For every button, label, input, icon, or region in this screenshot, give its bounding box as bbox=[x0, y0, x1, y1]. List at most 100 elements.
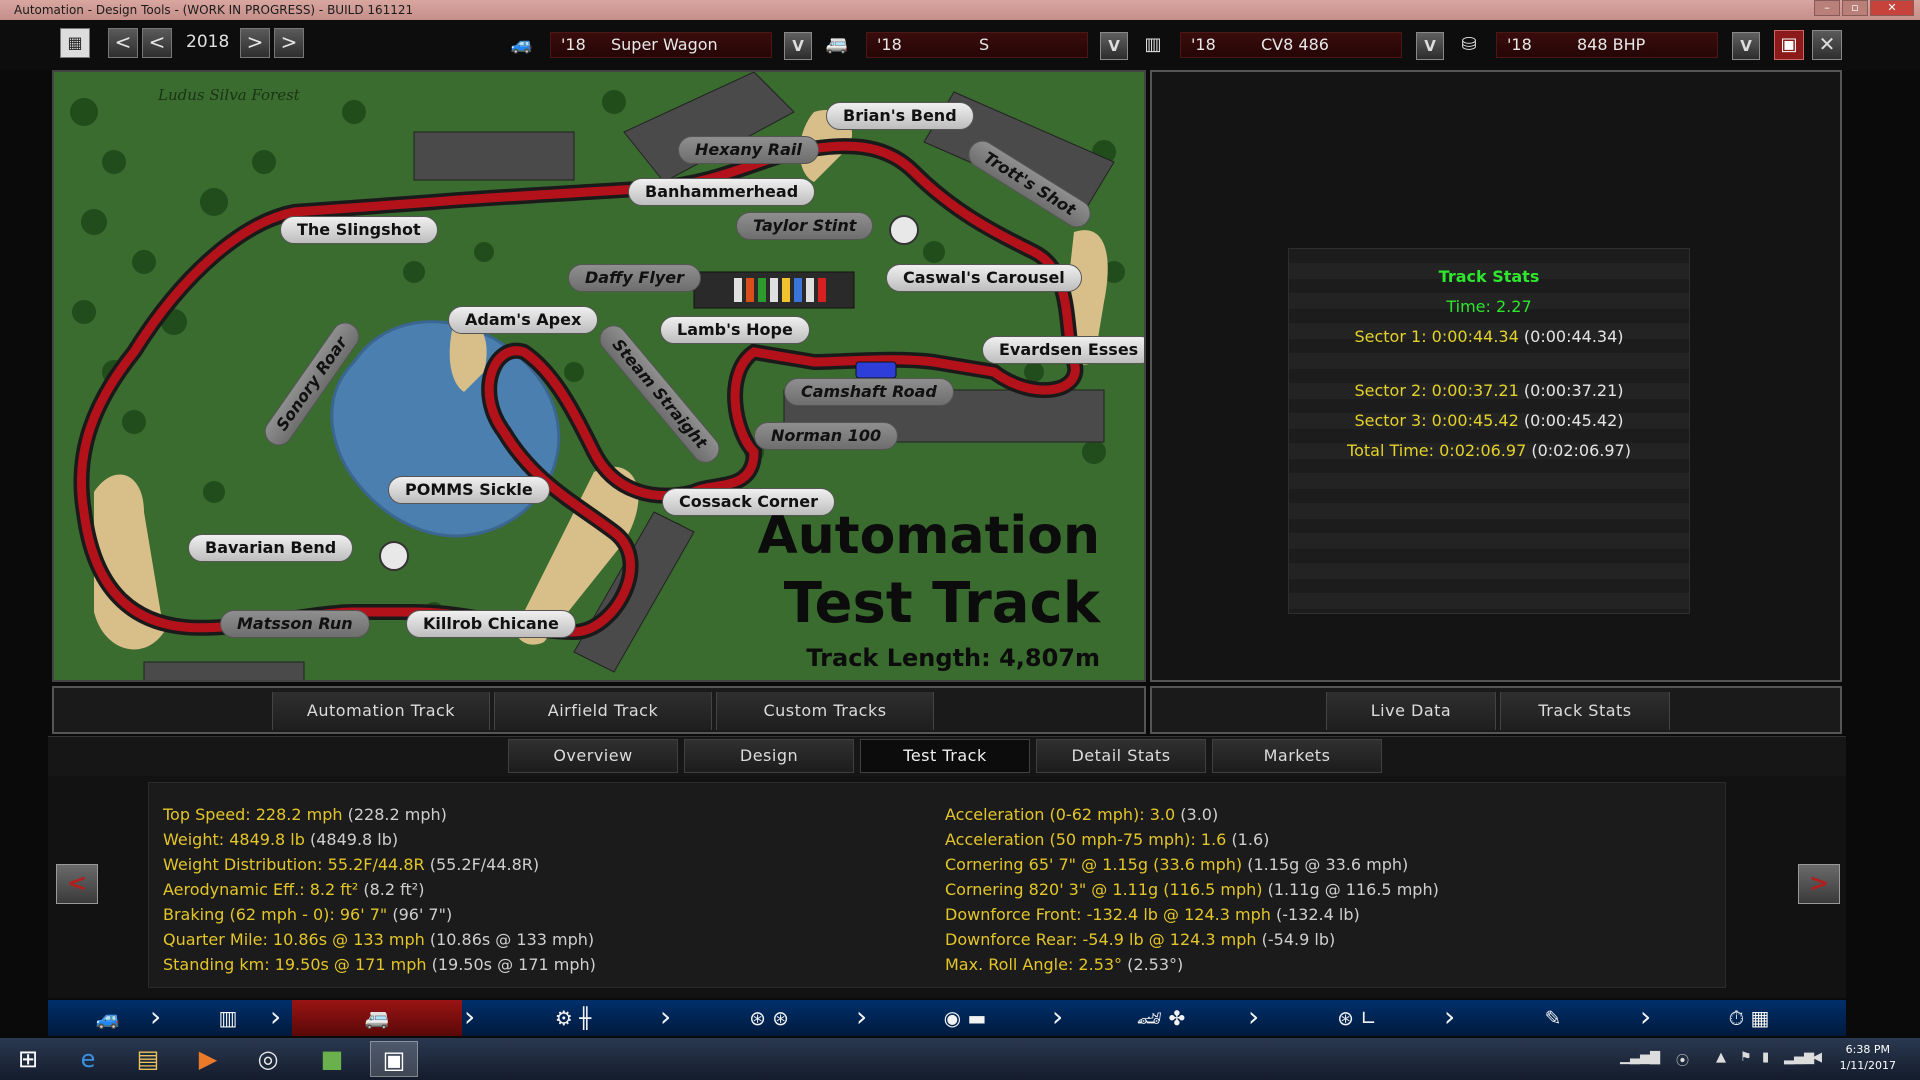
media-player-icon[interactable]: ▶ bbox=[184, 1041, 232, 1077]
map-title: Automation Test Track bbox=[757, 502, 1100, 638]
windows-start-icon[interactable]: ⊞ bbox=[4, 1041, 52, 1077]
signal-icon[interactable]: ▂▄▆ bbox=[1784, 1050, 1814, 1065]
close-tools-button[interactable]: ✕ bbox=[1812, 30, 1842, 60]
corner-label: Bavarian Bend bbox=[188, 534, 354, 562]
window-close-button[interactable]: ✕ bbox=[1870, 0, 1914, 16]
chrome-icon[interactable]: ◎ bbox=[244, 1041, 292, 1077]
minimize-button[interactable]: – bbox=[1814, 0, 1840, 16]
stat-standing-km: Standing km: 19.50s @ 171 mph (19.50s @ … bbox=[163, 955, 596, 974]
automation-app-icon[interactable]: ▣ bbox=[370, 1041, 418, 1077]
stat-downforce-rear: Downforce Rear: -54.9 lb @ 124.3 mph (-5… bbox=[945, 930, 1336, 949]
tray-expand-icon[interactable]: ▲ bbox=[1716, 1050, 1726, 1065]
engine-variant-name: 848 BHP bbox=[1577, 35, 1646, 54]
performance-stats: Top Speed: 228.2 mph (228.2 mph) Weight:… bbox=[148, 782, 1726, 988]
chevron-right-icon: › bbox=[464, 1000, 476, 1033]
tab-test-track[interactable]: Test Track bbox=[860, 739, 1030, 773]
stat-aero-eff: Aerodynamic Eff.: 8.2 ft² (8.2 ft²) bbox=[163, 880, 425, 899]
wifi-icon[interactable]: ⦿ bbox=[1676, 1050, 1689, 1069]
corner-label: Adam's Apex bbox=[448, 306, 599, 334]
corner-label: Daffy Flyer bbox=[568, 264, 701, 292]
calendar-icon[interactable]: ▦ bbox=[60, 28, 90, 58]
engine-icon[interactable]: ▥ bbox=[188, 1000, 268, 1036]
stat-sector3: Sector 3: 0:00:45.42 (0:00:45.42) bbox=[1354, 411, 1624, 430]
engine-variant-icon: ⛁ bbox=[1461, 34, 1477, 55]
car-body-icon[interactable]: 🚙 bbox=[68, 1000, 148, 1036]
tab-markets[interactable]: Markets bbox=[1212, 739, 1382, 773]
network-signal-icon[interactable]: ▁▃▅▇ bbox=[1620, 1050, 1660, 1065]
performance-stats-area: Top Speed: 228.2 mph (228.2 mph) Weight:… bbox=[48, 776, 1846, 998]
year-next-fast-button[interactable]: > bbox=[274, 28, 304, 58]
corner-label: The Slingshot bbox=[280, 216, 438, 244]
engine-select[interactable]: '18 CV8 486 bbox=[1180, 32, 1402, 58]
stat-max-roll: Max. Roll Angle: 2.53° (2.53°) bbox=[945, 955, 1184, 974]
volume-icon[interactable]: ◀ bbox=[1812, 1050, 1822, 1065]
corner-label: Matsson Run bbox=[220, 610, 370, 638]
model-dropdown-button[interactable]: V bbox=[784, 32, 812, 60]
model-select[interactable]: '18 Super Wagon bbox=[550, 32, 772, 58]
stat-accel-0-62: Acceleration (0-62 mph): 3.0 (3.0) bbox=[945, 805, 1219, 824]
timer-clock-icon bbox=[379, 541, 409, 571]
year-prev-button[interactable]: < bbox=[142, 28, 172, 58]
stat-downforce-front: Downforce Front: -132.4 lb @ 124.3 mph (… bbox=[945, 905, 1360, 924]
year-next-button[interactable]: > bbox=[240, 28, 270, 58]
car-aero-fan-icon[interactable]: 🏎 ✤ bbox=[1076, 1000, 1246, 1036]
trim-icon[interactable]: 🚐 bbox=[292, 1000, 462, 1036]
corner-label: Norman 100 bbox=[754, 422, 899, 450]
tuning-icon[interactable]: ✎ bbox=[1468, 1000, 1638, 1036]
player-car bbox=[855, 361, 897, 379]
stat-cornering-large: Cornering 820' 3" @ 1.11g (116.5 mph) (1… bbox=[945, 880, 1439, 899]
tab-live-data[interactable]: Live Data bbox=[1326, 692, 1496, 730]
test-track-icon[interactable]: ⏱ ▦ bbox=[1664, 1000, 1834, 1036]
engine-variant-dropdown-button[interactable]: V bbox=[1732, 32, 1760, 60]
tab-airfield-track[interactable]: Airfield Track bbox=[494, 692, 712, 730]
corner-label: Banhammerhead bbox=[628, 178, 816, 206]
engine-dropdown-button[interactable]: V bbox=[1416, 32, 1444, 60]
year-display: 2018 bbox=[186, 32, 230, 52]
minecraft-icon[interactable]: ■ bbox=[308, 1041, 356, 1077]
data-view-tabs: Live Data Track Stats bbox=[1150, 686, 1842, 734]
next-page-button[interactable]: > bbox=[1798, 864, 1840, 904]
window-titlebar: Automation - Design Tools - (WORK IN PRO… bbox=[0, 0, 1920, 20]
stat-top-speed: Top Speed: 228.2 mph (228.2 mph) bbox=[163, 805, 447, 824]
tab-design[interactable]: Design bbox=[684, 739, 854, 773]
forest-label: Ludus Silva Forest bbox=[158, 86, 300, 104]
stat-time: Time: 2.27 bbox=[1446, 297, 1532, 316]
corner-label: Killrob Chicane bbox=[406, 610, 576, 638]
chevron-right-icon: › bbox=[1640, 1000, 1652, 1033]
corner-label: Brian's Bend bbox=[826, 102, 974, 130]
save-button[interactable]: ▣ bbox=[1774, 30, 1804, 60]
engine-variant-select[interactable]: '18 848 BHP bbox=[1496, 32, 1718, 58]
windows-taskbar: ⊞ e ▤ ▶ ◎ ■ ▣ ▁▃▅▇ ⦿ ▲ ⚑ ▮ ▂▄▆ ◀ 6:38 PM… bbox=[0, 1038, 1920, 1080]
year-prev-fast-button[interactable]: < bbox=[108, 28, 138, 58]
main-tabs: Overview Design Test Track Detail Stats … bbox=[48, 736, 1846, 776]
previous-page-button[interactable]: < bbox=[56, 864, 98, 904]
wheels-icon[interactable]: ⊛ ⊛ bbox=[684, 1000, 854, 1036]
designer-stage-nav: 🚙 › ▥ › 🚐 › ⚙ ╫ › ⊛ ⊛ › ◉ ▬ › 🏎 ✤ › ⊛ ∟ … bbox=[48, 1000, 1846, 1036]
window-controls: – ▫ ✕ bbox=[1814, 0, 1914, 18]
tab-automation-track[interactable]: Automation Track bbox=[272, 692, 490, 730]
corner-label: Hexany Rail bbox=[678, 136, 819, 164]
trim-dropdown-button[interactable]: V bbox=[1100, 32, 1128, 60]
brakes-body-icon[interactable]: ◉ ▬ bbox=[880, 1000, 1050, 1036]
file-explorer-icon[interactable]: ▤ bbox=[124, 1041, 172, 1077]
flag-icon[interactable]: ⚑ bbox=[1740, 1050, 1752, 1065]
tab-track-stats[interactable]: Track Stats bbox=[1500, 692, 1670, 730]
grandstand bbox=[413, 131, 575, 181]
tab-detail-stats[interactable]: Detail Stats bbox=[1036, 739, 1206, 773]
model-year: '18 bbox=[561, 35, 586, 54]
tab-overview[interactable]: Overview bbox=[508, 739, 678, 773]
trim-select[interactable]: '18 S bbox=[866, 32, 1088, 58]
interior-seat-icon[interactable]: ⊛ ∟ bbox=[1272, 1000, 1442, 1036]
chevron-right-icon: › bbox=[1052, 1000, 1064, 1033]
window-title: Automation - Design Tools - (WORK IN PRO… bbox=[14, 3, 414, 17]
internet-explorer-icon[interactable]: e bbox=[64, 1041, 112, 1077]
chevron-right-icon: › bbox=[660, 1000, 672, 1033]
chevron-right-icon: › bbox=[1248, 1000, 1260, 1033]
maximize-button[interactable]: ▫ bbox=[1842, 0, 1868, 16]
stat-braking: Braking (62 mph - 0): 96' 7" (96' 7") bbox=[163, 905, 453, 924]
suspension-gearbox-icon[interactable]: ⚙ ╫ bbox=[488, 1000, 658, 1036]
battery-icon[interactable]: ▮ bbox=[1762, 1050, 1769, 1065]
tab-custom-tracks[interactable]: Custom Tracks bbox=[716, 692, 934, 730]
system-clock[interactable]: 6:38 PM 1/11/2017 bbox=[1840, 1042, 1896, 1074]
stat-accel-50-75: Acceleration (50 mph-75 mph): 1.6 (1.6) bbox=[945, 830, 1270, 849]
